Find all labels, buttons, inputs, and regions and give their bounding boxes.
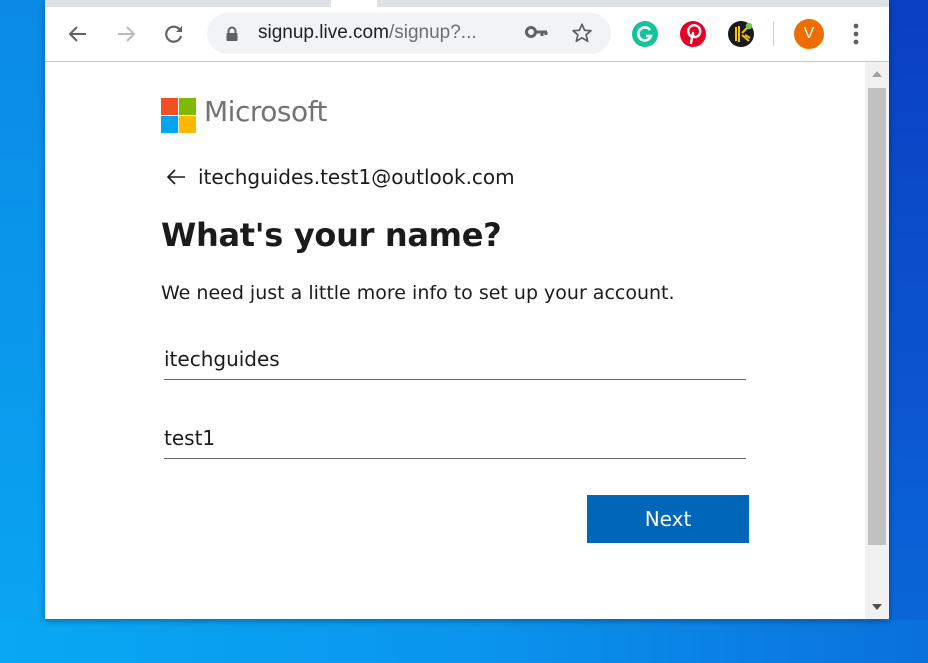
more-menu-icon[interactable] [845,21,867,47]
microsoft-logo-icon [161,98,196,133]
profile-initial: V [803,25,815,42]
forward-button[interactable] [112,20,140,48]
star-icon[interactable] [571,22,593,44]
scroll-down-button[interactable] [865,597,889,617]
arrow-left-icon [68,26,86,42]
browser-toolbar: signup.live.com/signup?... V [45,7,889,62]
vertical-scrollbar[interactable] [865,62,889,619]
arrow-right-icon [118,26,136,42]
reload-button[interactable] [160,20,188,48]
page-description: We need just a little more info to set u… [161,282,675,304]
triangle-down-icon [872,604,882,610]
desktop-background-bottom [0,620,928,663]
back-button[interactable] [64,20,92,48]
back-arrow-icon [166,168,186,186]
grammarly-icon [637,26,653,42]
profile-avatar-button[interactable]: V [794,19,824,49]
tab-gap [331,0,377,7]
url-path: /signup?... [388,22,477,43]
reload-icon [165,25,183,43]
grammarly-extension-button[interactable] [632,21,658,47]
address-bar[interactable]: signup.live.com/signup?... [207,13,611,54]
page-content: Microsoft itechguides.test1@outlook.com … [45,62,865,619]
identity-back-link[interactable]: itechguides.test1@outlook.com [166,165,515,189]
desktop-background [0,0,45,663]
keeper-icon [735,22,753,42]
identity-email: itechguides.test1@outlook.com [198,165,515,189]
tab-strip [45,0,889,7]
triangle-up-icon [872,71,882,77]
url-host: signup.live.com [258,22,389,43]
scroll-up-button[interactable] [865,64,889,84]
page-title: What's your name? [161,216,502,254]
last-name-input[interactable] [164,418,746,459]
scroll-thumb[interactable] [868,88,886,545]
keeper-extension-button[interactable] [728,21,754,47]
desktop-background-right [889,0,928,663]
next-button[interactable]: Next [587,495,749,543]
brand-name: Microsoft [204,95,327,128]
first-name-input[interactable] [164,339,746,380]
toolbar-separator [773,22,774,46]
browser-window: signup.live.com/signup?... V Microsoft i… [45,0,889,619]
url-text[interactable]: signup.live.com/signup?... [258,22,477,44]
key-icon[interactable] [525,24,549,40]
lock-icon [226,26,238,41]
pinterest-icon [687,24,702,45]
pinterest-extension-button[interactable] [680,21,706,47]
